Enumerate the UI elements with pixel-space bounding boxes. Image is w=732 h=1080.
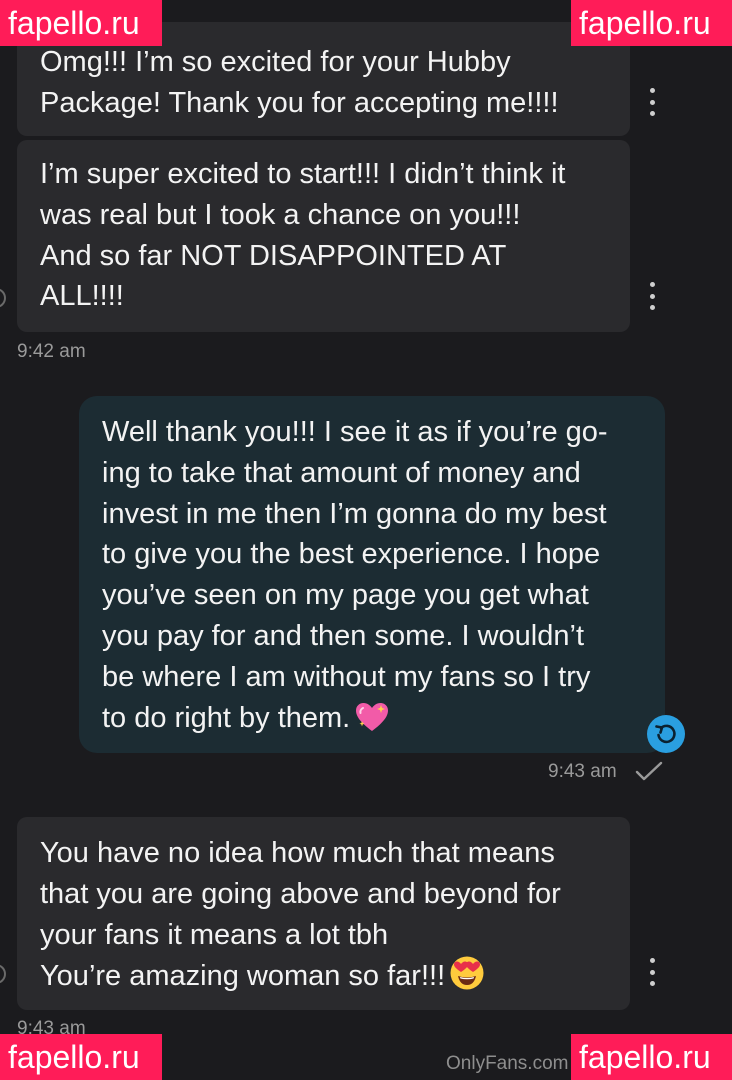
watermark-badge: fapello.ru (571, 0, 732, 46)
message-bubble-incoming[interactable]: I’m super excited to start!!! I didn’t t… (17, 140, 630, 332)
watermark-badge: fapello.ru (0, 0, 162, 46)
message-timestamp: 9:42 am (17, 341, 86, 362)
heart-eyes-face-icon (450, 956, 484, 990)
footer-credit: OnlyFans.com (446, 1053, 569, 1074)
more-options-icon[interactable] (647, 958, 657, 986)
chat-screen: Omg!!! I’m so excited for your Hubby Pac… (0, 0, 732, 1080)
watermark-badge: fapello.ru (0, 1034, 162, 1080)
message-timestamp: 9:43 am (548, 761, 617, 782)
avatar-edge (0, 964, 6, 984)
watermark-badge: fapello.ru (571, 1034, 732, 1080)
undo-icon[interactable] (647, 715, 685, 753)
message-text: I’m super excited to start!!! I didn’t t… (40, 158, 566, 313)
message-text: Omg!!! I’m so excited for your Hubby Pac… (40, 46, 559, 119)
more-options-icon[interactable] (647, 282, 657, 310)
checkmark-icon (635, 761, 663, 781)
message-bubble-incoming[interactable]: You have no idea how much that means tha… (17, 817, 630, 1010)
message-text: Well thank you!!! I see it as if you’re … (102, 416, 608, 734)
avatar-edge (0, 288, 6, 308)
more-options-icon[interactable] (647, 88, 657, 116)
sparkling-heart-icon (356, 702, 389, 731)
message-bubble-outgoing[interactable]: Well thank you!!! I see it as if you’re … (79, 396, 665, 753)
